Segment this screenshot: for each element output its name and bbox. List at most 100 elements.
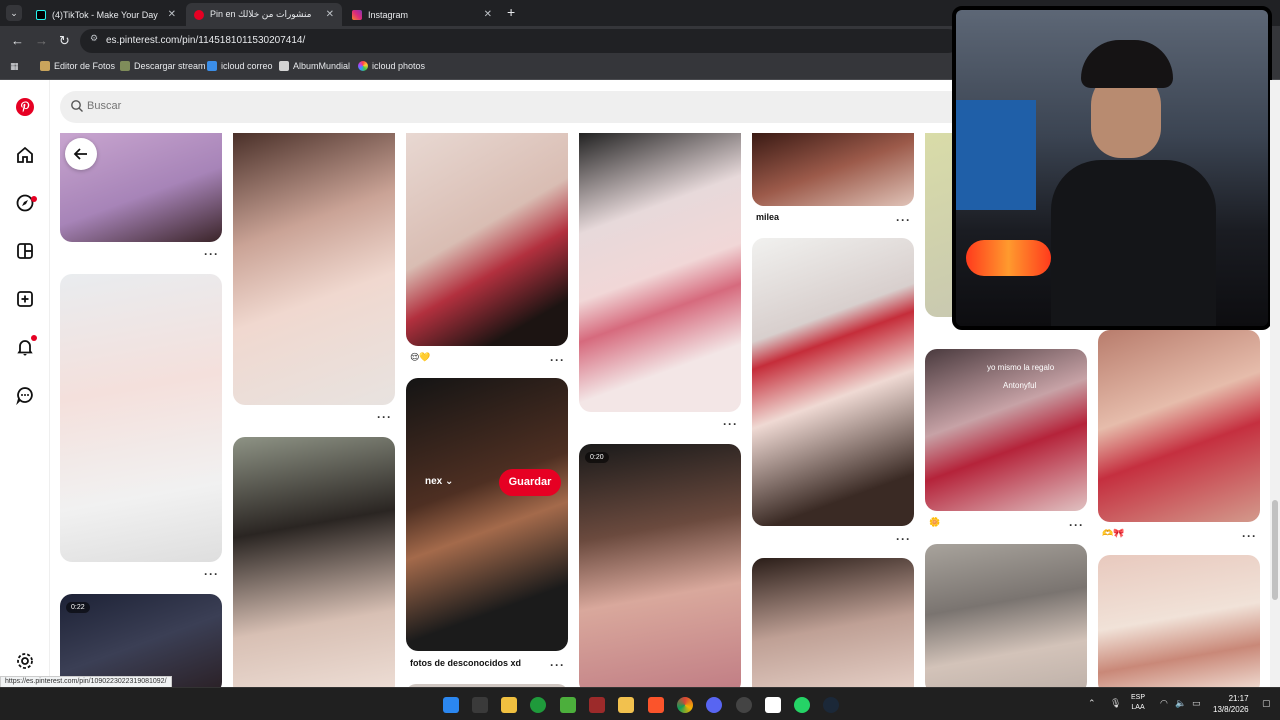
webcam-overlay (952, 6, 1272, 330)
bookmark-icloud-correo[interactable]: icloud correo (207, 61, 273, 71)
bookmark-label: icloud correo (221, 61, 273, 71)
steam-icon[interactable] (823, 697, 839, 713)
bookmark-label: AlbumMundial (293, 61, 351, 71)
scrollbar-thumb[interactable] (1272, 500, 1278, 600)
new-tab-button[interactable]: + (507, 4, 515, 20)
back-arrow-icon[interactable]: ← (11, 33, 24, 49)
keyboard-language[interactable]: ESP LAA (1131, 693, 1145, 713)
more-options-icon[interactable]: ··· (723, 417, 738, 431)
arrow-left-icon (73, 148, 87, 160)
tab-title: Instagram (368, 9, 409, 20)
search-icon (71, 100, 83, 112)
chevron-down-icon: ⌄ (445, 476, 454, 487)
close-tab-icon[interactable]: ✕ (484, 9, 492, 20)
obs-icon[interactable] (736, 697, 752, 713)
more-options-icon[interactable]: ··· (896, 213, 911, 227)
bookmark-favicon-icon (40, 61, 50, 71)
taskbar-clock[interactable]: 21:17 13/8/2026 (1213, 693, 1249, 715)
pin-caption: 🌼 (929, 517, 941, 527)
discord-icon[interactable] (706, 697, 722, 713)
more-options-icon[interactable]: ··· (1242, 529, 1257, 543)
wifi-icon[interactable]: ◠ (1160, 698, 1168, 709)
more-options-icon[interactable]: ··· (896, 532, 911, 546)
board-name: nex (425, 476, 443, 487)
bookmark-favicon-icon (207, 61, 217, 71)
more-options-icon[interactable]: ··· (1069, 518, 1084, 532)
pin-image[interactable] (233, 437, 395, 687)
minecraft-icon[interactable] (560, 697, 576, 713)
close-tab-icon[interactable]: ✕ (168, 9, 176, 20)
pin-image[interactable] (752, 238, 914, 526)
more-options-icon[interactable]: ··· (550, 658, 565, 672)
pin-image[interactable] (925, 349, 1087, 511)
brave-browser-icon[interactable] (648, 697, 664, 713)
reload-icon[interactable]: ↻ (59, 33, 70, 49)
notification-center-icon[interactable]: ▢ (1262, 698, 1271, 709)
notification-dot (31, 196, 37, 202)
windows-taskbar: ⌃ 🎙 ESP LAA ◠ 🔈 ▭ 21:17 13/8/2026 ▢ (0, 687, 1280, 720)
pin-video[interactable] (579, 444, 741, 687)
boards-icon[interactable] (15, 241, 35, 261)
bookmark-descargar-stream[interactable]: Descargar stream (120, 61, 206, 71)
capcut-icon[interactable] (765, 697, 781, 713)
forward-arrow-icon[interactable]: → (35, 33, 48, 49)
microphone-icon[interactable]: 🎙 (1110, 698, 1121, 709)
pin-image[interactable] (1098, 555, 1260, 687)
pin-image[interactable] (752, 133, 914, 206)
volume-icon[interactable]: 🔈 (1175, 698, 1186, 709)
more-options-icon[interactable]: ··· (204, 567, 219, 581)
address-bar[interactable]: es.pinterest.com/pin/1145181011530207414… (80, 29, 960, 53)
sidebar (0, 80, 50, 687)
more-options-icon[interactable]: ··· (550, 353, 565, 367)
keyboard-layout: LAA (1131, 704, 1145, 711)
bookmark-editor-fotos[interactable]: Editor de Fotos (40, 61, 115, 71)
file-explorer-icon[interactable] (618, 697, 634, 713)
more-options-icon[interactable]: ··· (204, 247, 219, 261)
search-input[interactable] (87, 100, 687, 112)
bookmark-favicon-icon (120, 61, 130, 71)
back-button[interactable] (65, 138, 97, 170)
messages-icon[interactable] (15, 385, 35, 406)
bookmark-albummundial[interactable]: AlbumMundial (279, 61, 350, 71)
pin-image[interactable] (925, 544, 1087, 687)
pinterest-logo-icon[interactable] (15, 97, 35, 117)
tab-pinterest[interactable]: Pin en منشورات من خلالك ✕ (186, 3, 342, 26)
more-options-icon[interactable]: ··· (377, 410, 392, 424)
pin-image[interactable] (752, 558, 914, 687)
create-plus-icon[interactable] (15, 289, 35, 309)
pin-overlay-text: Antonyful (1003, 381, 1037, 390)
task-view-icon[interactable] (472, 697, 488, 713)
pin-image[interactable] (60, 274, 222, 562)
tab-tiktok[interactable]: (4)TikTok - Make Your Day ✕ (28, 3, 184, 26)
tab-search-chevron-icon[interactable]: ⌄ (6, 5, 22, 21)
tab-title: (4)TikTok - Make Your Day (52, 9, 158, 20)
video-duration: 0:20 (585, 452, 609, 463)
bookmark-icloud-photos[interactable]: icloud photos (358, 61, 425, 71)
pin-caption: 🫶🎀 (1102, 528, 1125, 538)
pin-image[interactable] (233, 133, 395, 405)
page-scrollbar[interactable] (1270, 80, 1280, 687)
microsoft-store-icon[interactable] (501, 697, 517, 713)
apps-grid-icon[interactable]: ▦ (10, 61, 19, 72)
notification-dot (31, 335, 37, 341)
pin-image[interactable] (1098, 330, 1260, 522)
xbox-icon[interactable] (530, 697, 546, 713)
pin-image-hovered[interactable] (406, 378, 568, 651)
home-icon[interactable] (15, 145, 35, 165)
site-info-icon[interactable]: ⚙ (90, 33, 98, 44)
tray-chevron-up-icon[interactable]: ⌃ (1088, 698, 1096, 709)
pin-image[interactable] (925, 133, 955, 317)
chrome-icon[interactable] (677, 697, 693, 713)
close-tab-icon[interactable]: ✕ (326, 9, 334, 20)
pin-image[interactable] (406, 133, 568, 346)
pin-image[interactable] (579, 133, 741, 412)
pin-caption: 😌💛 (410, 352, 431, 362)
battery-icon[interactable]: ▭ (1192, 698, 1201, 709)
board-selector[interactable]: nex ⌄ (425, 476, 453, 487)
windows-start-icon[interactable] (443, 697, 459, 713)
save-button[interactable]: Guardar (499, 469, 561, 496)
whatsapp-icon[interactable] (794, 697, 810, 713)
game-app-icon[interactable] (589, 697, 605, 713)
tab-instagram[interactable]: Instagram ✕ (344, 3, 500, 26)
settings-gear-icon[interactable] (15, 651, 35, 671)
